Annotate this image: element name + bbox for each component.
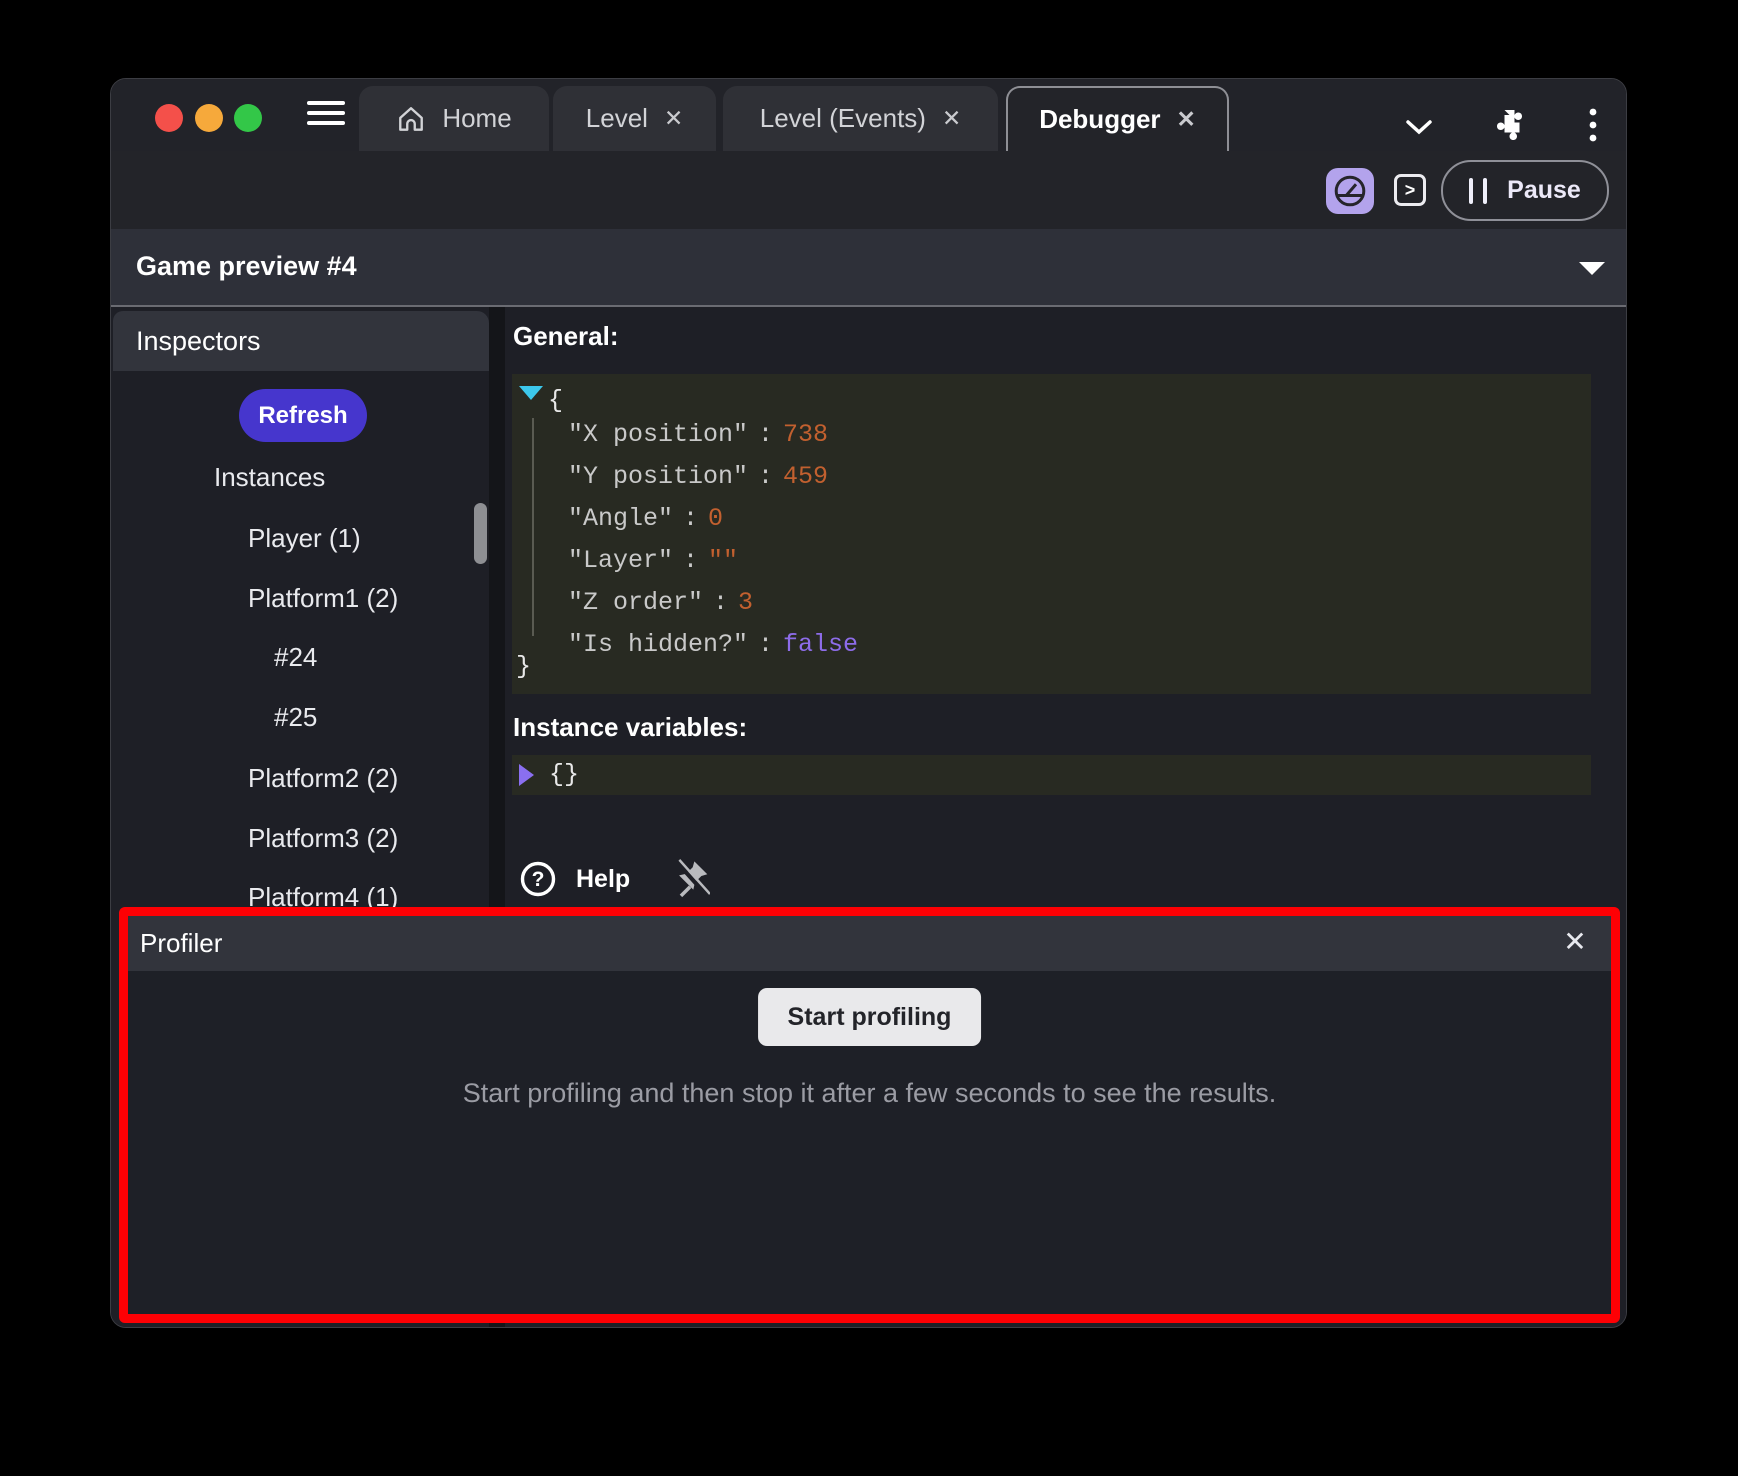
start-profiling-button[interactable]: Start profiling [758,988,982,1046]
dropdown-caret-icon [1579,262,1605,275]
app-window: Home Level ✕ Level (Events) ✕ Debugger ✕ [110,78,1627,1328]
help-row: ? Help [519,859,710,899]
menu-icon[interactable] [307,101,345,129]
profiler-hint-text: Start profiling and then stop it after a… [128,1078,1611,1109]
tab-level[interactable]: Level ✕ [553,86,716,151]
help-question-icon: ? [519,860,557,898]
json-property-row: "Angle":0 [568,498,723,539]
pause-label: Pause [1507,176,1581,205]
json-value: 0 [708,504,723,533]
profiler-header: Profiler ✕ [128,916,1611,971]
general-json-tree: { "X position":738 "Y position":459 "Ang… [512,374,1591,694]
sidebar-item-platform1[interactable]: Platform1 (2) [248,578,398,618]
json-key: "Is hidden?" [568,630,748,659]
collapse-tree-icon[interactable] [519,386,543,400]
sidebar-item-platform3[interactable]: Platform3 (2) [248,818,398,858]
tab-label: Home [442,103,511,134]
tab-label: Level [586,103,648,134]
instance-variables-tree: {} [512,755,1591,795]
sidebar-item-instances[interactable]: Instances [214,457,325,497]
json-value: "" [708,546,738,575]
svg-text:?: ? [532,868,545,891]
profiler-panel: Profiler ✕ Start profiling Start profili… [119,907,1620,1323]
debugger-toolbar: > Pause [111,151,1626,229]
tab-label: Debugger [1039,104,1160,135]
close-tab-icon[interactable]: ✕ [942,105,961,132]
sidebar-scrollbar[interactable] [474,503,487,564]
pause-icon [1469,178,1487,204]
json-value: 3 [738,588,753,617]
tree-indent-guide [532,418,534,636]
json-key: "X position" [568,420,748,449]
unpin-icon[interactable] [674,859,710,899]
variables-empty-object: {} [549,755,579,795]
json-property-row: "Layer":"" [568,540,738,581]
json-key: "Angle" [568,504,673,533]
json-key: "Layer" [568,546,673,575]
json-key: "Y position" [568,462,748,491]
console-button[interactable]: > [1394,174,1426,206]
json-value: 459 [783,462,828,491]
help-label: Help [576,865,630,894]
tab-home[interactable]: Home [359,86,549,151]
expand-tree-icon[interactable] [519,764,534,786]
sidebar-item-instance-24[interactable]: #24 [274,637,317,677]
general-section-title: General: [513,321,619,352]
json-property-row: "Is hidden?":false [568,624,858,665]
sidebar-item-platform2[interactable]: Platform2 (2) [248,758,398,798]
close-tab-icon[interactable]: ✕ [664,105,683,132]
json-property-row: "X position":738 [568,414,828,455]
chevron-down-icon[interactable] [1405,119,1433,135]
extensions-puzzle-icon[interactable] [1492,105,1532,145]
tab-level-events[interactable]: Level (Events) ✕ [723,86,998,151]
console-prompt-icon: > [1405,180,1416,201]
json-property-row: "Z order":3 [568,582,753,623]
screen: Home Level ✕ Level (Events) ✕ Debugger ✕ [0,0,1738,1476]
json-value: false [783,630,858,659]
window-close-button[interactable] [155,104,183,132]
json-value: 738 [783,420,828,449]
json-key: "Z order" [568,588,703,617]
instance-variables-title: Instance variables: [513,712,747,743]
close-tab-icon[interactable]: ✕ [1177,106,1196,133]
sidebar-item-player[interactable]: Player (1) [248,518,361,558]
profiler-gauge-button[interactable] [1326,168,1374,214]
window-minimize-button[interactable] [195,104,223,132]
titlebar: Home Level ✕ Level (Events) ✕ Debugger ✕ [111,79,1626,151]
tab-debugger[interactable]: Debugger ✕ [1006,86,1229,151]
inspectors-header: Inspectors [113,311,489,371]
sidebar-item-instance-25[interactable]: #25 [274,697,317,737]
pause-button[interactable]: Pause [1441,160,1609,221]
window-maximize-button[interactable] [234,104,262,132]
refresh-button[interactable]: Refresh [239,389,367,442]
tab-label: Level (Events) [760,103,926,134]
preview-selector-label: Game preview #4 [136,251,357,282]
preview-selector[interactable]: Game preview #4 [111,229,1626,307]
help-button[interactable]: ? Help [519,860,630,898]
json-property-row: "Y position":459 [568,456,828,497]
gauge-icon [1332,173,1368,209]
json-open-brace: { [548,380,563,421]
profiler-title: Profiler [140,928,222,958]
home-icon [396,104,426,134]
kebab-menu-icon[interactable] [1587,105,1599,145]
close-profiler-icon[interactable]: ✕ [1555,916,1595,971]
json-close-brace: } [516,646,531,687]
